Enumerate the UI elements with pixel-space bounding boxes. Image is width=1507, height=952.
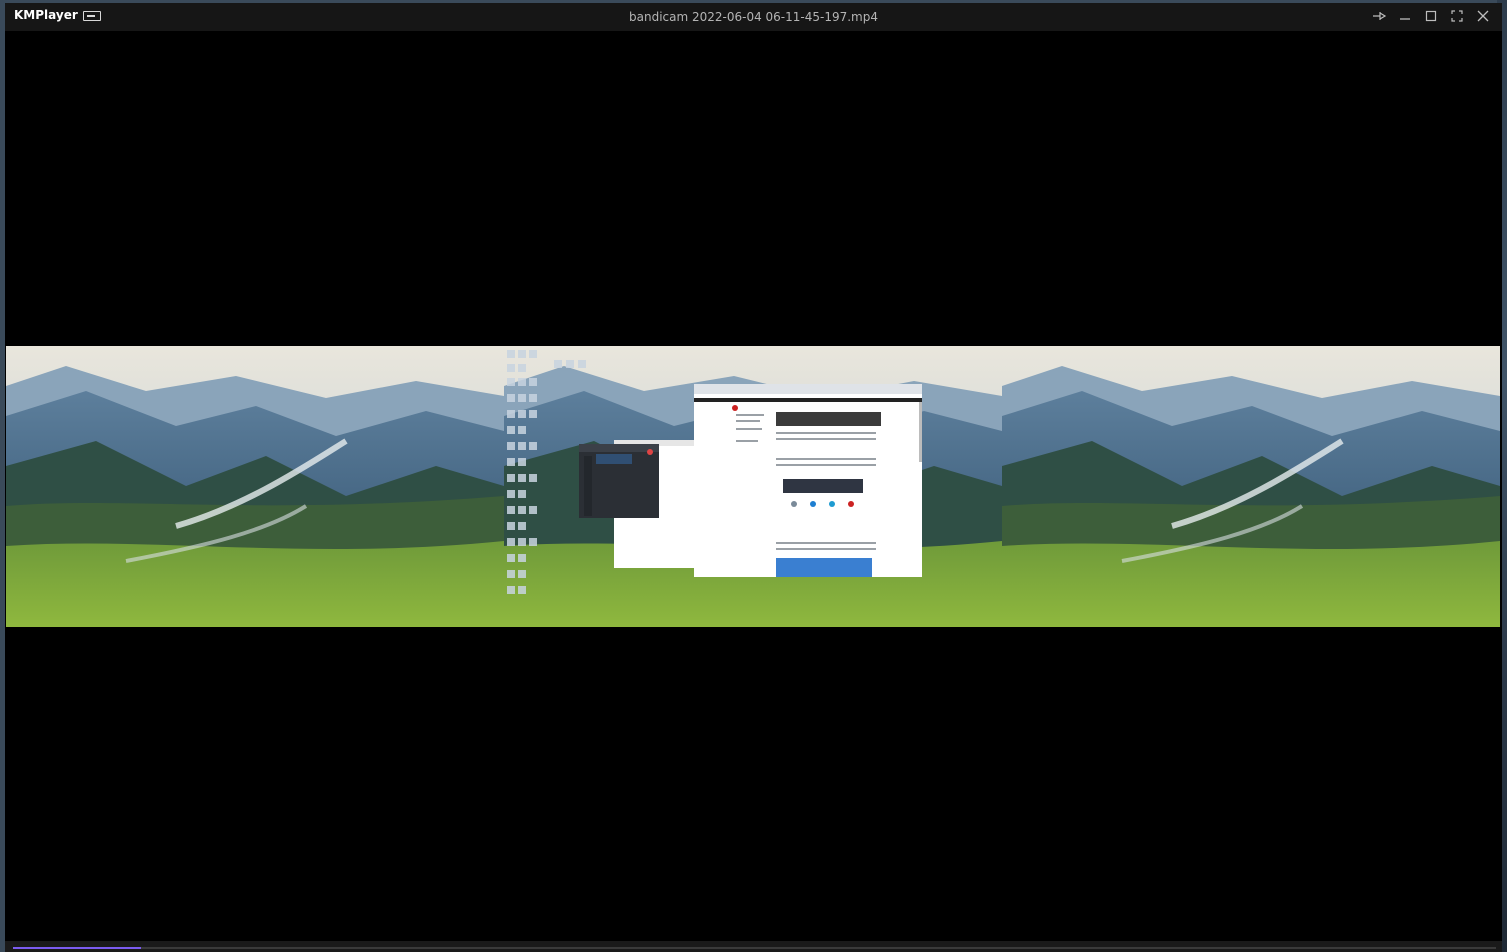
- pin-icon[interactable]: [1371, 9, 1387, 23]
- video-area[interactable]: [5, 31, 1502, 941]
- desktop-wallpaper-right: [1002, 346, 1500, 627]
- fullscreen-icon[interactable]: [1449, 9, 1465, 23]
- title-bar[interactable]: KMPlayer bandicam 2022-06-04 06-11-45-19…: [5, 3, 1502, 31]
- close-icon[interactable]: [1475, 9, 1491, 23]
- maximize-icon[interactable]: [1423, 9, 1439, 23]
- seek-progress: [13, 947, 141, 949]
- seek-track[interactable]: [13, 947, 1496, 949]
- minimize-icon[interactable]: [1397, 9, 1413, 23]
- kmplayer-window: KMPlayer bandicam 2022-06-04 06-11-45-19…: [5, 3, 1502, 952]
- desktop-wallpaper-left: [6, 346, 504, 627]
- file-title: bandicam 2022-06-04 06-11-45-197.mp4: [629, 10, 878, 24]
- recorded-desktop: [504, 346, 1002, 627]
- seek-bar[interactable]: [5, 941, 1502, 952]
- video-frame: [6, 346, 1500, 627]
